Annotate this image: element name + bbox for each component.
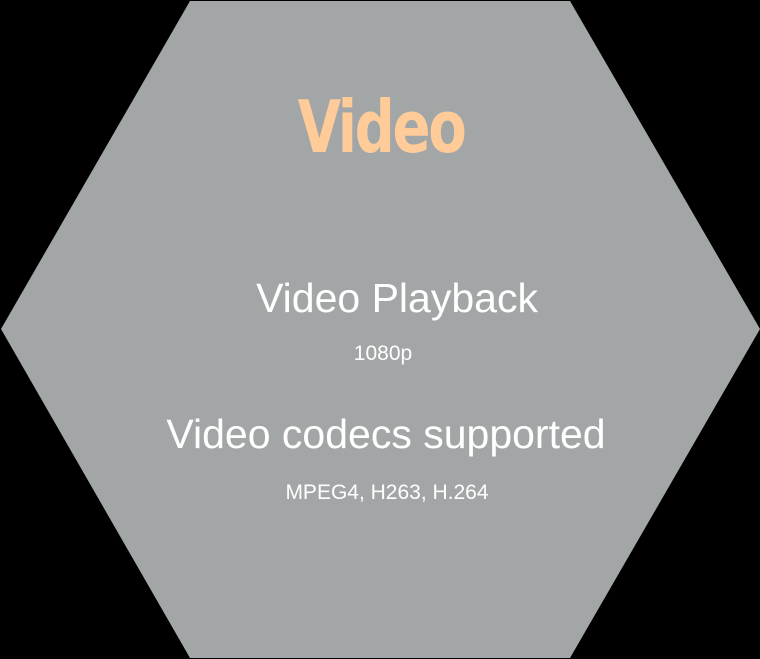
feature-title-codecs: Video codecs supported <box>166 411 606 457</box>
feature-value-codecs: MPEG4, H263, H.264 <box>285 481 489 504</box>
video-spec-card: Video Video Playback 1080p Video codecs … <box>0 0 760 659</box>
feature-value-playback: 1080p <box>353 342 413 365</box>
feature-title-playback: Video Playback <box>256 275 538 321</box>
card-heading: Video <box>297 85 467 169</box>
